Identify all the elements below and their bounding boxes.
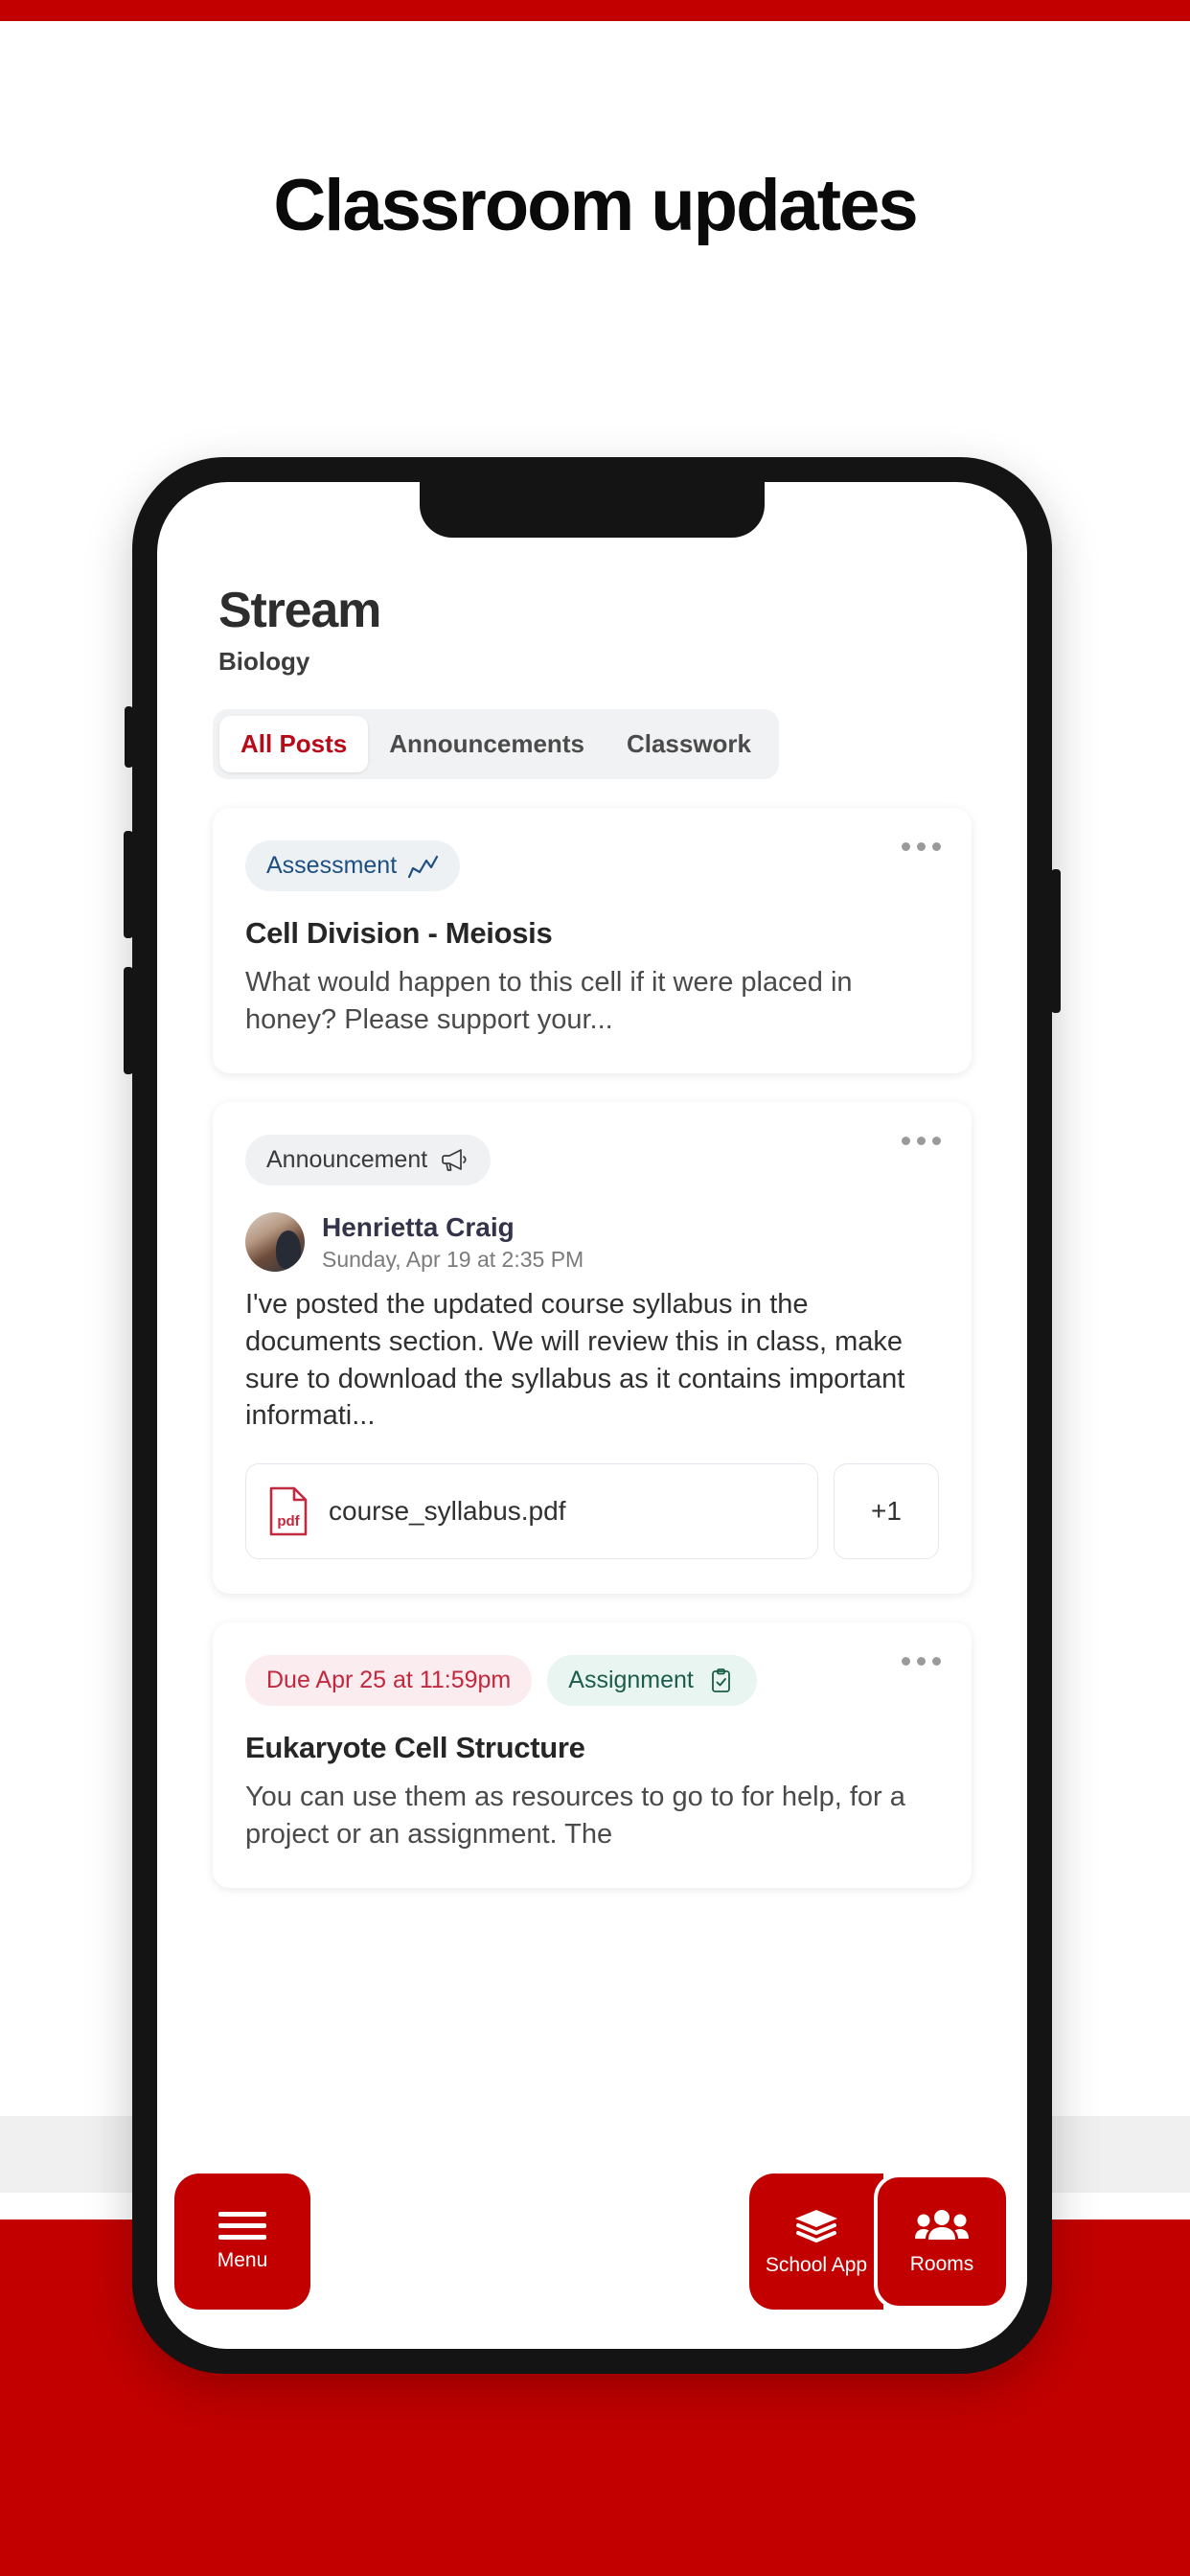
tab-announcements[interactable]: Announcements bbox=[368, 716, 606, 772]
badge-row: Assessment bbox=[245, 840, 939, 891]
nav-menu-label: Menu bbox=[217, 2248, 268, 2271]
top-red-strip bbox=[0, 0, 1190, 21]
post-card-announcement[interactable]: Announcement Henrietta Craig Sunday, Apr… bbox=[213, 1101, 972, 1595]
megaphone-icon bbox=[442, 1149, 467, 1172]
phone-power-button bbox=[1051, 869, 1061, 1013]
tab-all-posts[interactable]: All Posts bbox=[219, 716, 369, 772]
phone-screen: Stream Biology All Posts Announcements C… bbox=[157, 482, 1027, 2349]
post-body: I've posted the updated course syllabus … bbox=[245, 1288, 905, 1432]
course-name: Biology bbox=[218, 647, 310, 676]
post-overflow-menu-icon[interactable] bbox=[902, 1657, 941, 1667]
nav-school-app-button[interactable]: School App bbox=[749, 2174, 883, 2310]
app-screen: Stream Biology All Posts Announcements C… bbox=[157, 482, 1027, 2349]
post-title: Cell Division - Meiosis bbox=[245, 916, 553, 950]
bottom-nav-bar: Menu School App Rooms bbox=[157, 2167, 1027, 2349]
phone-mute-switch bbox=[125, 706, 133, 768]
page-root: Classroom updates Stream Biology All Pos… bbox=[0, 0, 1190, 2576]
page-title: Classroom updates bbox=[273, 165, 918, 246]
phone-notch bbox=[420, 482, 765, 538]
attachment-pdf[interactable]: pdf course_syllabus.pdf bbox=[245, 1463, 818, 1560]
layers-icon bbox=[795, 2210, 837, 2242]
post-list: Assessment Cell Division - Meiosis What … bbox=[157, 808, 1027, 1889]
post-overflow-menu-icon[interactable] bbox=[902, 1136, 941, 1145]
pdf-file-icon: pdf bbox=[269, 1487, 308, 1536]
stream-heading: Stream bbox=[218, 583, 381, 638]
author-name: Henrietta Craig bbox=[322, 1211, 515, 1242]
attachment-more-button[interactable]: +1 bbox=[834, 1463, 939, 1560]
svg-text:pdf: pdf bbox=[277, 1513, 300, 1530]
badge-due-date: Due Apr 25 at 11:59pm bbox=[245, 1655, 533, 1707]
avatar bbox=[245, 1212, 305, 1273]
badge-label: Assignment bbox=[568, 1667, 694, 1694]
post-body: You can use them as resources to go to f… bbox=[245, 1782, 905, 1851]
phone-volume-down-button bbox=[124, 967, 133, 1074]
nav-rooms-label: Rooms bbox=[909, 2253, 974, 2275]
badge-row: Announcement bbox=[245, 1134, 939, 1185]
attachment-filename: course_syllabus.pdf bbox=[329, 1496, 566, 1527]
badge-label: Assessment bbox=[266, 852, 398, 879]
post-card-assignment[interactable]: Due Apr 25 at 11:59pm Assignment Eukaryo… bbox=[213, 1622, 972, 1889]
badge-row: Due Apr 25 at 11:59pm Assignment bbox=[245, 1655, 939, 1707]
phone-volume-up-button bbox=[124, 831, 133, 938]
nav-school-app-label: School App bbox=[765, 2254, 868, 2276]
nav-right-group: School App Rooms bbox=[749, 2174, 1010, 2310]
badge-assessment: Assessment bbox=[245, 840, 461, 891]
trending-chart-icon bbox=[408, 855, 439, 878]
post-body: What would happen to this cell if it wer… bbox=[245, 967, 853, 1035]
tab-bar: All Posts Announcements Classwork bbox=[213, 709, 780, 779]
badge-announcement: Announcement bbox=[245, 1134, 492, 1185]
post-author-row: Henrietta Craig Sunday, Apr 19 at 2:35 P… bbox=[245, 1212, 939, 1273]
post-overflow-menu-icon[interactable] bbox=[902, 842, 941, 851]
nav-menu-button[interactable]: Menu bbox=[174, 2174, 310, 2310]
clipboard-check-icon bbox=[711, 1668, 730, 1692]
phone-mockup: Stream Biology All Posts Announcements C… bbox=[124, 457, 1061, 2374]
nav-rooms-button[interactable]: Rooms bbox=[874, 2174, 1010, 2310]
badge-label: Announcement bbox=[266, 1145, 428, 1173]
post-title: Eukaryote Cell Structure bbox=[245, 1731, 585, 1765]
hamburger-icon bbox=[218, 2211, 266, 2240]
badge-assignment: Assignment bbox=[547, 1655, 757, 1707]
attachment-row: pdf course_syllabus.pdf +1 bbox=[245, 1463, 939, 1560]
tab-classwork[interactable]: Classwork bbox=[606, 716, 772, 772]
post-timestamp: Sunday, Apr 19 at 2:35 PM bbox=[322, 1246, 584, 1272]
people-icon bbox=[915, 2210, 969, 2240]
post-card-assessment[interactable]: Assessment Cell Division - Meiosis What … bbox=[213, 808, 972, 1073]
